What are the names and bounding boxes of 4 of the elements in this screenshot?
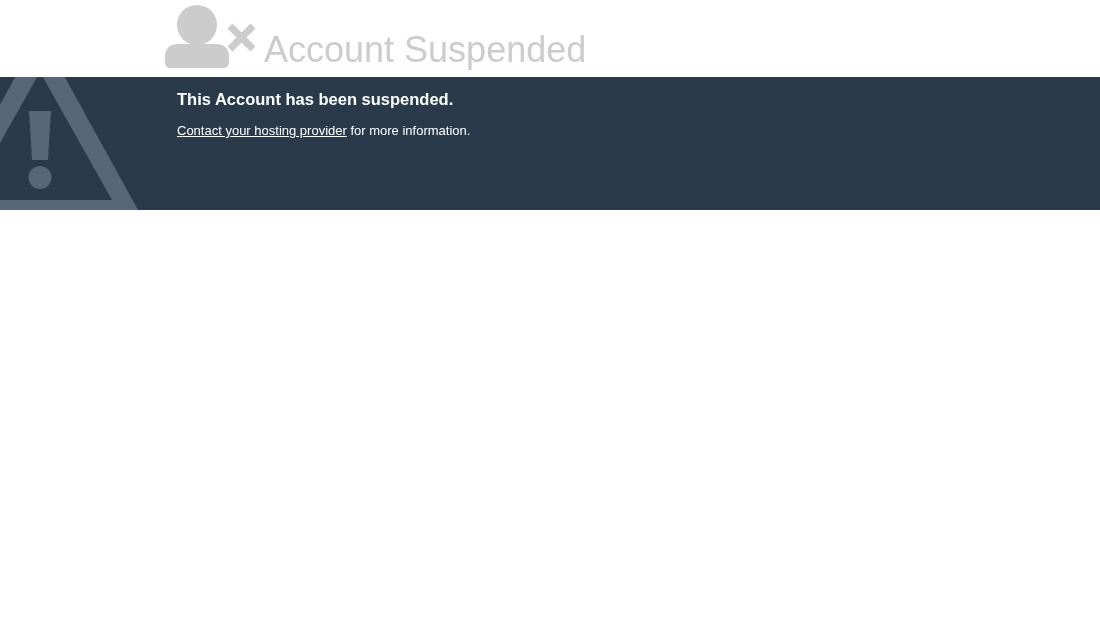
contact-message: Contact your hosting provider for more information. [177, 123, 472, 139]
hosting-provider-link[interactable]: Contact your hosting provider [177, 123, 347, 138]
notice-heading: This Account has been suspended. [177, 89, 455, 109]
user-removed-icon [165, 4, 256, 68]
